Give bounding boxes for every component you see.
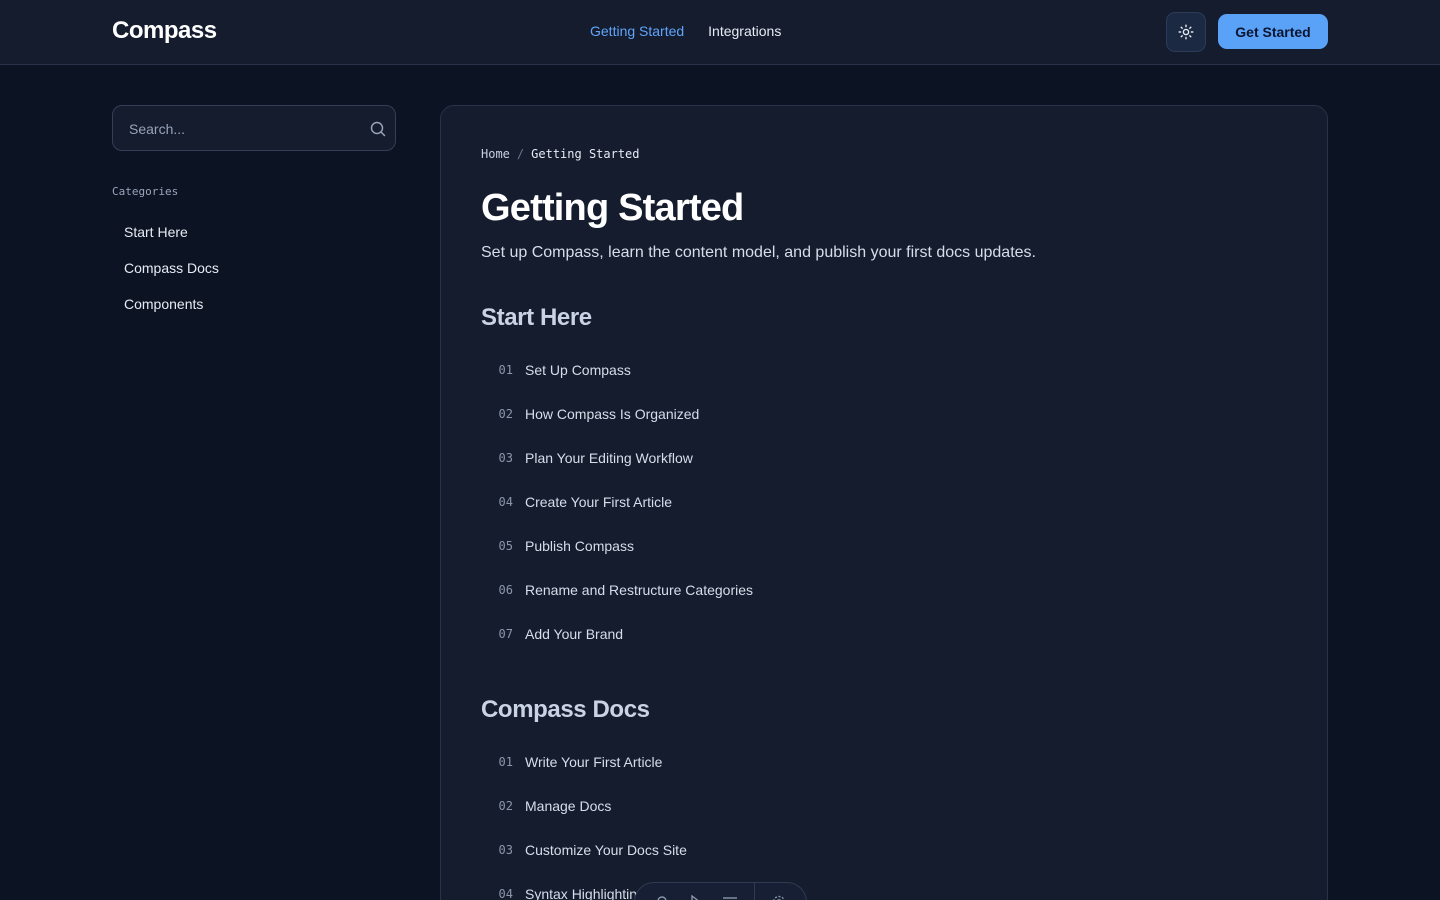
nav-integrations[interactable]: Integrations — [708, 23, 781, 39]
menu-icon[interactable] — [720, 892, 740, 900]
category-item-components[interactable]: Components — [112, 292, 396, 328]
search-box[interactable] — [112, 105, 396, 151]
search-icon[interactable] — [368, 119, 388, 139]
breadcrumb-home[interactable]: Home — [481, 147, 510, 161]
nav-getting-started[interactable]: Getting Started — [590, 23, 684, 39]
article-number: 03 — [498, 843, 513, 857]
article-number: 04 — [498, 495, 513, 509]
toolbar-divider — [754, 882, 755, 900]
content-card: Home / Getting Started Getting Started Set… — [440, 105, 1328, 900]
article-title[interactable]: Add Your Brand — [525, 626, 623, 642]
article-number: 04 — [498, 887, 513, 900]
article-title[interactable]: Create Your First Article — [525, 494, 672, 510]
article-number: 03 — [498, 451, 513, 465]
article-list: 01 Set Up Compass 02 How Compass Is Organi… — [481, 348, 1281, 656]
article-title[interactable]: How Compass Is Organized — [525, 406, 699, 422]
floating-toolbar — [634, 882, 807, 900]
article-item[interactable]: 02 How Compass Is Organized — [481, 392, 1281, 436]
breadcrumb-separator: / — [516, 147, 525, 161]
article-number: 02 — [498, 799, 513, 813]
article-number: 01 — [498, 755, 513, 769]
sun-icon — [1178, 24, 1194, 40]
article-item[interactable]: 02 Manage Docs — [481, 784, 1281, 828]
article-title[interactable]: Customize Your Docs Site — [525, 842, 687, 858]
category-item-start-here[interactable]: Start Here — [112, 220, 396, 256]
article-number: 06 — [498, 583, 513, 597]
category-list: Start Here Compass Docs Components — [112, 220, 396, 328]
article-item[interactable]: 03 Plan Your Editing Workflow — [481, 436, 1281, 480]
article-item[interactable]: 01 Write Your First Article — [481, 740, 1281, 784]
article-item[interactable]: 03 Customize Your Docs Site — [481, 828, 1281, 872]
section-heading[interactable]: Compass Docs — [481, 696, 1281, 740]
article-title[interactable]: Write Your First Article — [525, 754, 662, 770]
article-item[interactable]: 05 Publish Compass — [481, 524, 1281, 568]
get-started-button[interactable]: Get Started — [1218, 14, 1328, 49]
article-title[interactable]: Syntax Highlighting — [525, 886, 645, 900]
top-header: Compass Getting Started Integrations Get… — [0, 0, 1440, 65]
page-lead: Set up Compass, learn the content model,… — [481, 244, 1036, 261]
article-number: 01 — [498, 363, 513, 377]
page-title: Getting Started — [481, 187, 744, 229]
section-compass-docs: Compass Docs 01 Write Your First Article … — [481, 696, 1281, 900]
article-item[interactable]: 07 Add Your Brand — [481, 612, 1281, 656]
article-item[interactable]: 06 Rename and Restructure Categories — [481, 568, 1281, 612]
article-number: 05 — [498, 539, 513, 553]
category-item-compass-docs[interactable]: Compass Docs — [112, 256, 396, 292]
article-title[interactable]: Rename and Restructure Categories — [525, 582, 753, 598]
article-title[interactable]: Plan Your Editing Workflow — [525, 450, 693, 466]
settings-icon[interactable] — [769, 892, 789, 900]
article-list: 01 Write Your First Article 02 Manage Docs… — [481, 740, 1281, 900]
section-heading[interactable]: Start Here — [481, 304, 1281, 348]
article-title[interactable]: Manage Docs — [525, 798, 611, 814]
breadcrumb-current: Getting Started — [531, 147, 640, 161]
section-start-here: Start Here 01 Set Up Compass 02 How Compas… — [481, 304, 1281, 656]
search-input[interactable] — [129, 118, 349, 140]
logo[interactable]: Compass — [112, 17, 217, 45]
article-title[interactable]: Publish Compass — [525, 538, 634, 554]
bell-icon[interactable] — [652, 892, 672, 900]
categories-heading: Categories — [112, 185, 179, 198]
top-nav: Getting Started Integrations — [590, 23, 781, 39]
article-title[interactable]: Set Up Compass — [525, 362, 631, 378]
article-item[interactable]: 04 Syntax Highlighting — [481, 872, 1281, 900]
article-item[interactable]: 04 Create Your First Article — [481, 480, 1281, 524]
article-item[interactable]: 01 Set Up Compass — [481, 348, 1281, 392]
pointer-icon[interactable] — [686, 892, 706, 900]
theme-toggle-button[interactable] — [1166, 12, 1206, 52]
breadcrumb: Home / Getting Started — [481, 147, 640, 161]
article-number: 07 — [498, 627, 513, 641]
article-number: 02 — [498, 407, 513, 421]
